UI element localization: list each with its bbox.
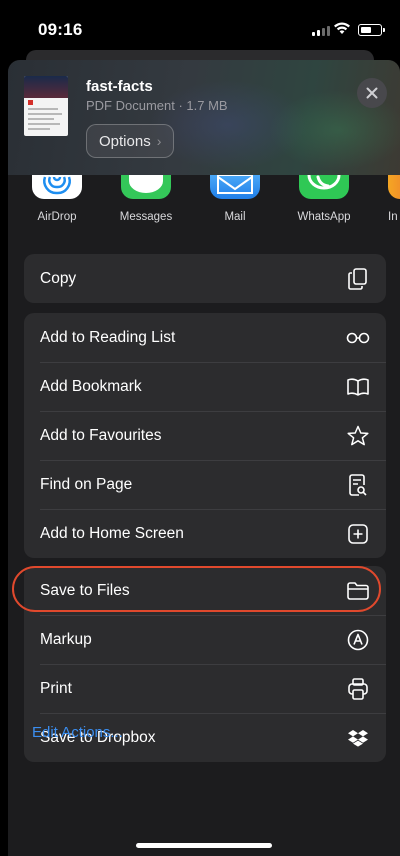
battery-icon [358,24,385,36]
signal-icon [312,26,330,36]
actions-group-1: Add to Reading List Add Bookmark Add to … [24,313,386,558]
edit-actions-link[interactable]: Edit Actions... [32,724,123,741]
action-add-to-favourites[interactable]: Add to Favourites [24,411,386,460]
action-label: Save to Files [40,581,130,599]
chevron-right-icon: › [156,133,162,149]
action-markup[interactable]: Markup [24,615,386,664]
app-label: In [388,211,398,223]
mail-icon [210,175,260,199]
options-button[interactable]: Options › [86,124,175,158]
copy-icon [346,267,370,291]
app-row: AirDrop Messages Mail WhatsApp In [8,175,400,233]
action-label: Add to Home Screen [40,524,184,542]
instagram-icon [388,175,400,199]
markup-icon [346,628,370,652]
document-thumbnail [24,76,68,136]
share-header: fast-facts PDF Document · 1.7 MB Options… [8,60,400,175]
copy-group: Copy [24,254,386,303]
find-on-page-icon [346,473,370,497]
star-icon [346,424,370,448]
action-add-bookmark[interactable]: Add Bookmark [24,362,386,411]
action-label: Add to Reading List [40,328,176,346]
messages-icon [121,175,171,199]
app-label: AirDrop [37,211,77,223]
action-find-on-page[interactable]: Find on Page [24,460,386,509]
plus-square-icon [346,522,370,546]
app-instagram[interactable]: In [383,175,400,223]
document-subtitle: PDF Document · 1.7 MB [86,98,228,113]
app-airdrop[interactable]: AirDrop [27,175,87,223]
action-copy[interactable]: Copy [24,254,386,303]
reading-glasses-icon [346,326,370,350]
action-label: Print [40,679,72,697]
app-label: Mail [224,211,246,223]
airdrop-icon [32,175,82,199]
close-icon [366,87,378,99]
status-time: 09:16 [38,20,83,39]
app-whatsapp[interactable]: WhatsApp [294,175,354,223]
action-print[interactable]: Print [24,664,386,713]
whatsapp-icon [299,175,349,199]
app-label: Messages [119,211,173,223]
action-label: Find on Page [40,475,133,493]
dropbox-icon [346,726,370,750]
status-bar: 09:16 [0,0,400,56]
action-label: Add Bookmark [40,377,142,395]
home-indicator[interactable] [136,843,272,848]
action-add-to-reading-list[interactable]: Add to Reading List [24,313,386,362]
action-add-to-home-screen[interactable]: Add to Home Screen [24,509,386,558]
action-save-to-files[interactable]: Save to Files [24,566,386,615]
wifi-icon [334,22,350,34]
book-icon [346,375,370,399]
action-label: Add to Favourites [40,426,162,444]
app-messages[interactable]: Messages [116,175,176,223]
app-label: WhatsApp [297,211,351,223]
action-label: Copy [40,269,77,287]
action-label: Markup [40,630,92,648]
app-mail[interactable]: Mail [205,175,265,223]
close-button[interactable] [357,78,387,108]
folder-icon [346,579,370,603]
options-label: Options [99,132,151,150]
printer-icon [346,677,370,701]
document-title: fast-facts [86,78,153,95]
